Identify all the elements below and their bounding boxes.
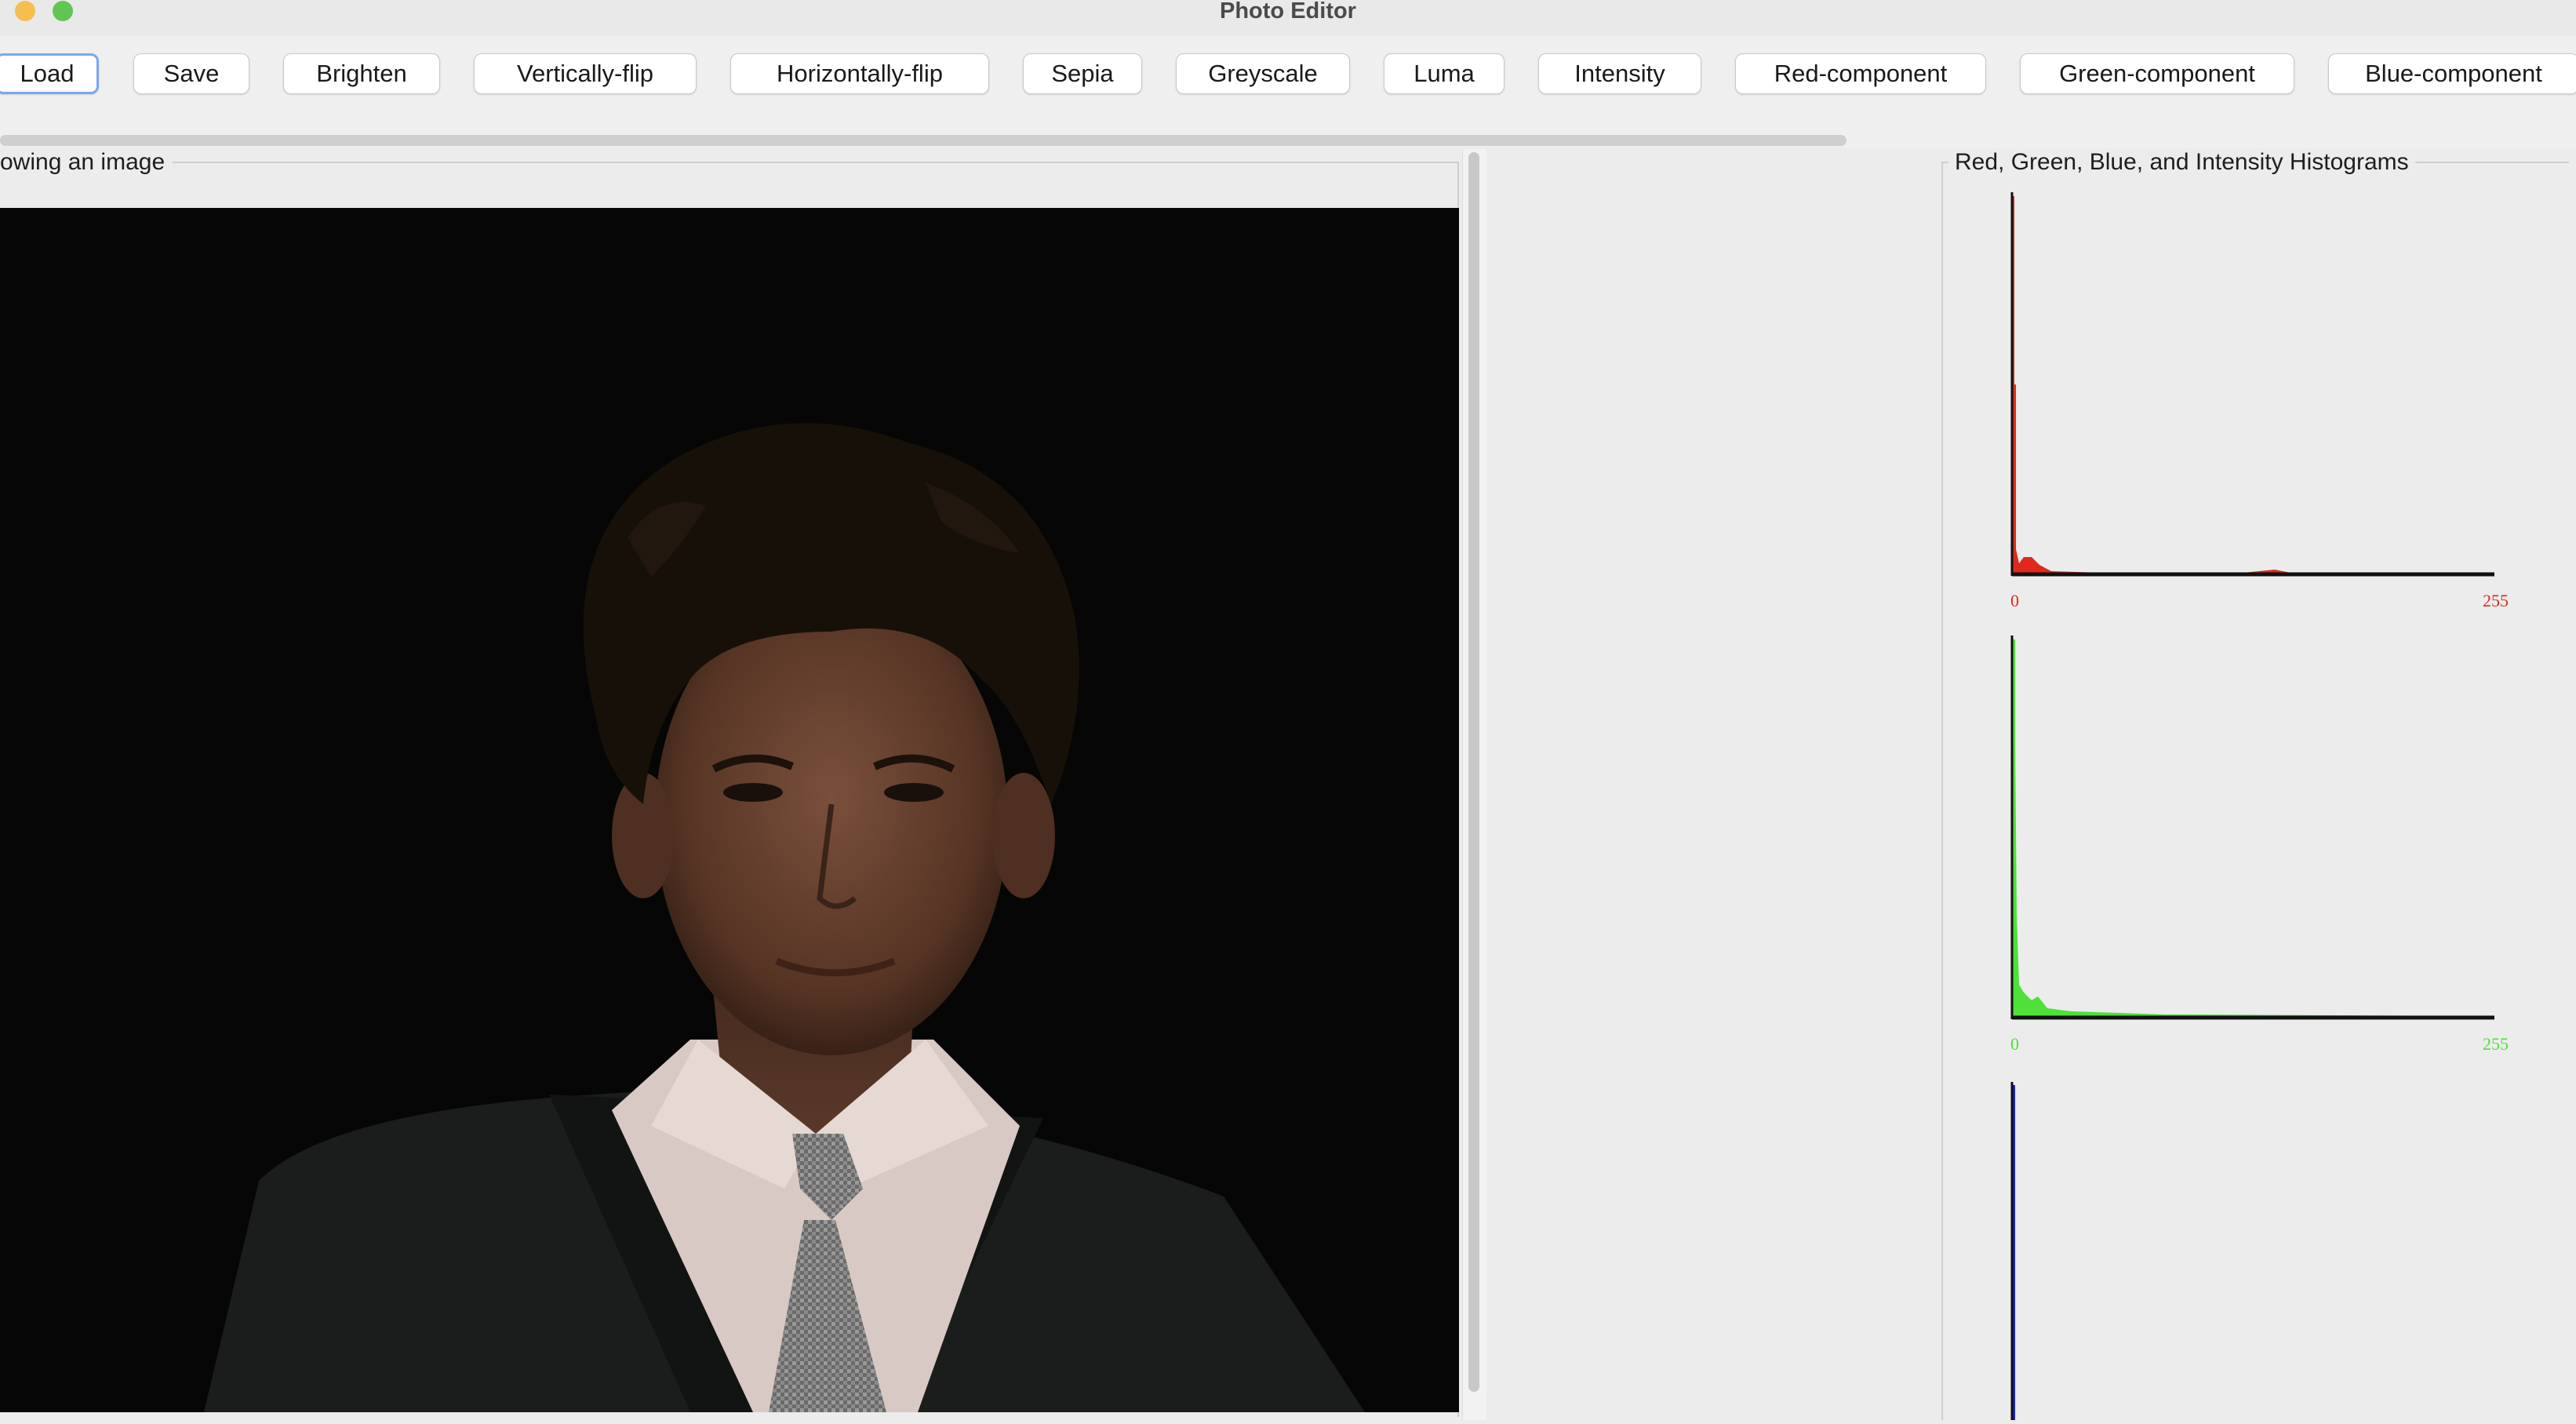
toolbar-scroll-thumb[interactable] [0, 135, 1846, 146]
title-bar: Photo Editor [0, 0, 2576, 37]
green-histogram-max-label: 255 [2483, 1034, 2509, 1054]
histogram-panel-label: Red, Green, Blue, and Intensity Histogra… [1948, 149, 2415, 176]
brighten-button[interactable]: Brighten [283, 53, 440, 94]
green-component-button[interactable]: Green-component [2020, 53, 2294, 94]
red-component-button[interactable]: Red-component [1735, 53, 1986, 94]
green-histogram: 0 255 [2008, 632, 2518, 1071]
sepia-button[interactable]: Sepia [1023, 53, 1142, 94]
intensity-button[interactable]: Intensity [1538, 53, 1701, 94]
load-button[interactable]: Load [0, 53, 99, 94]
loaded-photo [0, 208, 1459, 1412]
image-scroll-thumb[interactable] [1468, 152, 1479, 1392]
red-histogram-max-label: 255 [2483, 591, 2509, 610]
green-histogram-min-label: 0 [2010, 1034, 2019, 1054]
image-panel-label: owing an image [0, 149, 173, 176]
blue-component-button[interactable]: Blue-component [2328, 53, 2576, 94]
window-title: Photo Editor [1220, 0, 1356, 24]
toolbar-horizontal-scrollbar[interactable] [0, 130, 2576, 147]
save-button[interactable]: Save [133, 53, 249, 94]
image-vertical-scrollbar[interactable] [1462, 149, 1486, 1420]
toolbar: Load Save Brighten Vertically-flip Horiz… [0, 36, 2576, 147]
horizontally-flip-button[interactable]: Horizontally-flip [730, 53, 989, 94]
greyscale-button[interactable]: Greyscale [1176, 53, 1350, 94]
luma-button[interactable]: Luma [1384, 53, 1504, 94]
vertically-flip-button[interactable]: Vertically-flip [474, 53, 697, 94]
red-histogram-min-label: 0 [2010, 591, 2019, 610]
blue-histogram [2008, 1079, 2518, 1420]
red-histogram: 0 255 [2008, 188, 2518, 628]
